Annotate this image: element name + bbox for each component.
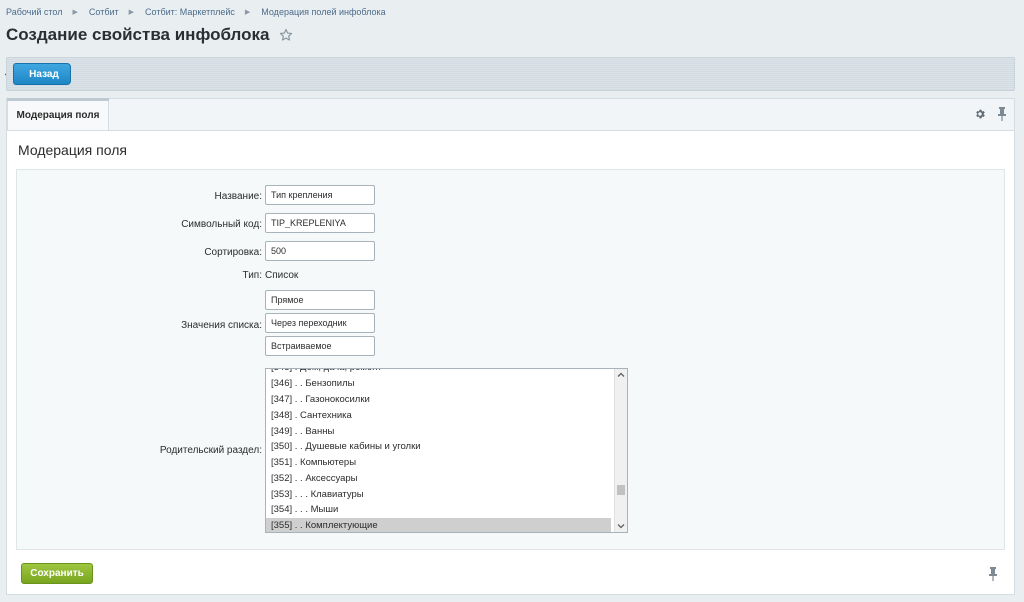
breadcrumb: Рабочий стол ▶ Сотбит ▶ Сотбит: Маркетпл… (6, 7, 386, 17)
form-box: Название: Символьный код: Сортировка: Ти… (16, 169, 1005, 550)
list-value-input-2[interactable] (265, 313, 375, 333)
page-title: Создание свойства инфоблока (6, 25, 293, 45)
back-button[interactable]: Назад (13, 63, 71, 85)
breadcrumb-separator-icon: ▶ (72, 9, 78, 16)
breadcrumb-item-desktop[interactable]: Рабочий стол (6, 7, 63, 17)
parent-section-label: Родительский раздел: (159, 445, 262, 456)
type-label: Тип: (242, 270, 262, 281)
sort-input[interactable] (265, 241, 375, 261)
code-label: Символьный код: (181, 219, 262, 230)
content-panel: Модерация поля Название: Символьный код:… (6, 130, 1015, 595)
listbox-scrollbar[interactable] (614, 369, 627, 532)
list-item[interactable]: [350] . . Душевые кабины и уголки (266, 439, 611, 455)
toolbar: Назад (6, 57, 1015, 91)
breadcrumb-item-sotbit[interactable]: Сотбит (89, 7, 119, 17)
sort-label: Сортировка: (204, 247, 262, 258)
code-input[interactable] (265, 213, 375, 233)
list-item-selected[interactable]: [355] . . Комплектующие (266, 518, 611, 532)
list-item[interactable]: [345] . Дом, дача, ремонт (266, 369, 611, 376)
list-item[interactable]: [349] . . Ванны (266, 424, 611, 440)
pin-icon[interactable] (997, 107, 1007, 121)
list-values-label: Значения списка: (181, 320, 262, 331)
name-input[interactable] (265, 185, 375, 205)
list-value-input-1[interactable] (265, 290, 375, 310)
parent-section-listbox[interactable]: [345] . Дом, дача, ремонт [346] . . Бенз… (265, 368, 628, 533)
list-item[interactable]: [354] . . . Мыши (266, 502, 611, 518)
list-item[interactable]: [352] . . Аксессуары (266, 471, 611, 487)
tab-field-moderation[interactable]: Модерация поля (7, 98, 109, 131)
name-label: Название: (214, 191, 262, 202)
type-value: Список (265, 270, 299, 281)
scroll-down-icon[interactable] (615, 521, 627, 532)
section-title: Модерация поля (18, 142, 127, 158)
scroll-thumb[interactable] (617, 485, 625, 495)
list-item[interactable]: [347] . . Газонокосилки (266, 392, 611, 408)
scroll-up-icon[interactable] (615, 369, 627, 380)
pin-icon[interactable] (988, 567, 998, 581)
list-item[interactable]: [353] . . . Клавиатуры (266, 487, 611, 503)
list-value-input-3[interactable] (265, 336, 375, 356)
list-item[interactable]: [351] . Компьютеры (266, 455, 611, 471)
list-item[interactable]: [346] . . Бензопилы (266, 376, 611, 392)
star-icon[interactable] (279, 28, 293, 42)
list-item[interactable]: [348] . Сантехника (266, 408, 611, 424)
breadcrumb-item-marketplace[interactable]: Сотбит: Маркетплейс (145, 7, 235, 17)
page-title-text: Создание свойства инфоблока (6, 25, 270, 44)
breadcrumb-separator-icon: ▶ (244, 9, 251, 16)
save-button[interactable]: Сохранить (21, 563, 93, 584)
breadcrumb-separator-icon: ▶ (128, 9, 135, 16)
breadcrumb-item-moderation[interactable]: Модерация полей инфоблока (261, 7, 385, 17)
tabs-bar: Модерация поля (6, 98, 1015, 131)
gear-icon[interactable] (974, 108, 986, 120)
